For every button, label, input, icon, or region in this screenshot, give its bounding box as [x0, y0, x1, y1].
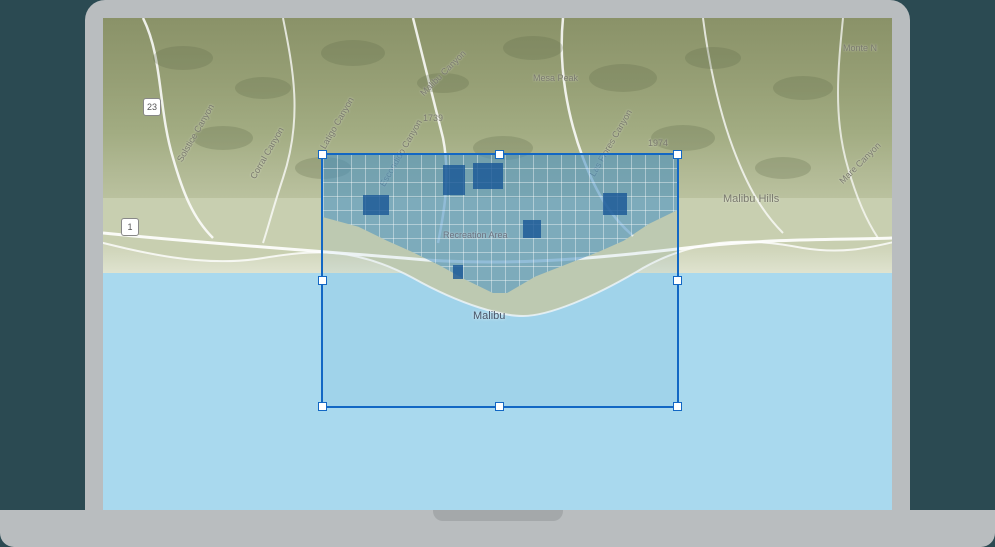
map-viewport[interactable]: 23 1 Solstice Canyon Corral Canyon Latig…	[103, 18, 892, 510]
resize-handle-top-middle[interactable]	[495, 150, 504, 159]
resize-handle-bottom-left[interactable]	[318, 402, 327, 411]
parcel-block	[603, 193, 627, 215]
route-shield-1: 1	[121, 218, 139, 236]
resize-handle-middle-right[interactable]	[673, 276, 682, 285]
parcel-overlay	[323, 155, 677, 293]
laptop-bezel: 23 1 Solstice Canyon Corral Canyon Latig…	[85, 0, 910, 510]
parcel-block	[523, 220, 541, 238]
resize-handle-middle-left[interactable]	[318, 276, 327, 285]
route-23-label: 23	[147, 102, 157, 112]
parcel-block	[473, 163, 503, 189]
laptop-notch	[433, 510, 563, 521]
parcel-block	[363, 195, 389, 215]
parcel-block	[443, 165, 465, 195]
resize-handle-bottom-middle[interactable]	[495, 402, 504, 411]
laptop-mockup: 23 1 Solstice Canyon Corral Canyon Latig…	[0, 0, 995, 547]
label-recreation-area: Recreation Area	[443, 230, 508, 240]
route-1-label: 1	[127, 222, 132, 232]
route-shield-23: 23	[143, 98, 161, 116]
label-malibu-city: Malibu	[473, 310, 505, 322]
selection-rectangle[interactable]: Recreation Area Malibu	[321, 153, 679, 408]
resize-handle-top-left[interactable]	[318, 150, 327, 159]
resize-handle-top-right[interactable]	[673, 150, 682, 159]
parcel-block	[453, 265, 463, 279]
resize-handle-bottom-right[interactable]	[673, 402, 682, 411]
